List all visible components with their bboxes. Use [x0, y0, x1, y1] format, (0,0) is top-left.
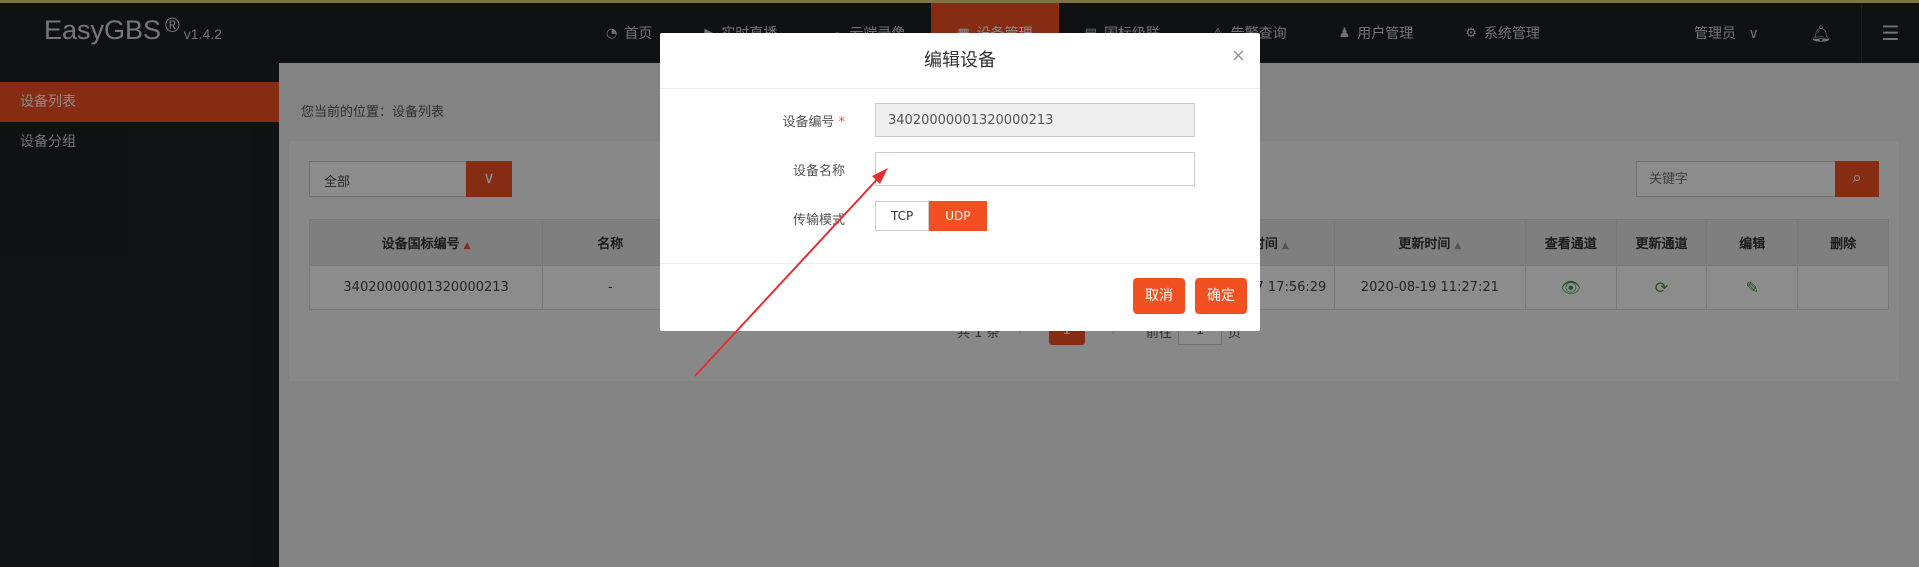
annotation-arrow [694, 168, 888, 377]
annotation-arrow-line [694, 171, 885, 377]
